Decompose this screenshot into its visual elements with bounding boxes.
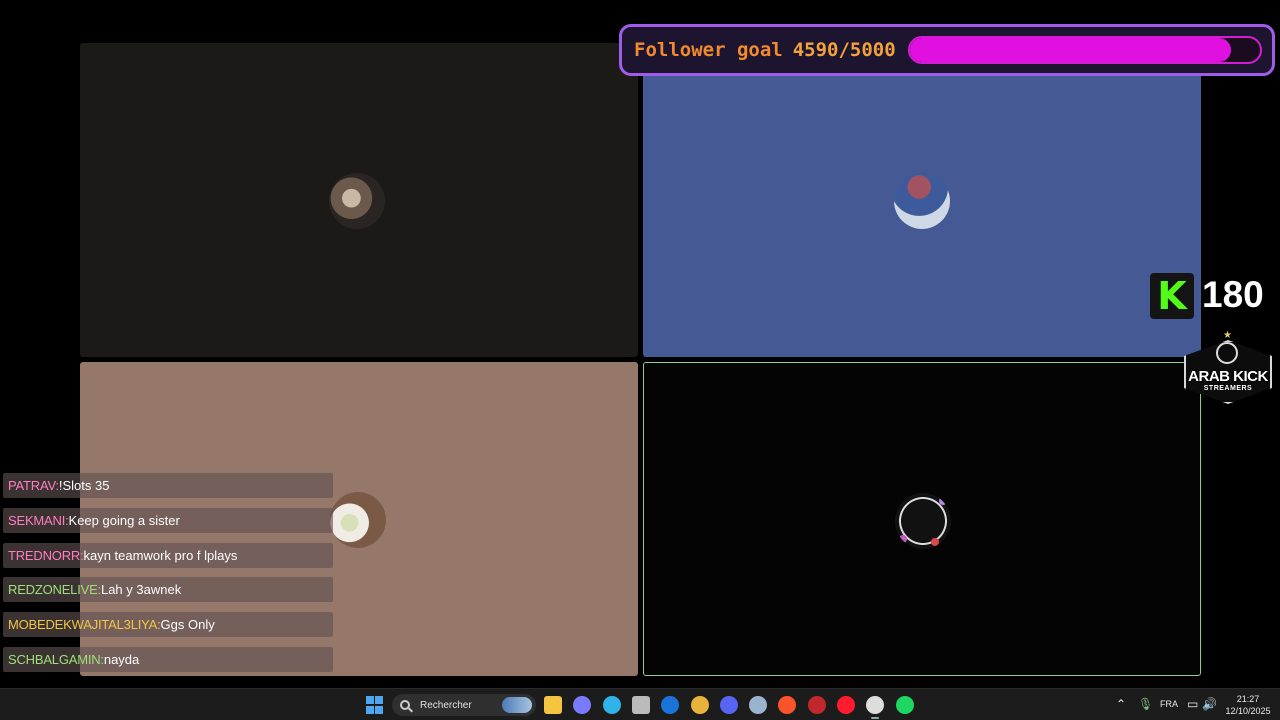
kick-logo-icon: K (1150, 273, 1194, 319)
store-icon[interactable] (631, 696, 650, 714)
chat-message: MOBEDEKWAJITAL3LIYA: Ggs Only (3, 612, 333, 638)
chat-message-text: kayn teamwork pro f lplays (83, 547, 238, 563)
opera-icon[interactable] (837, 696, 855, 714)
chat-message: TREDNORR: kayn teamwork pro f lplays (3, 542, 333, 568)
chat-username: TREDNORR: (8, 547, 84, 563)
edge-icon[interactable] (602, 696, 621, 714)
clock-date: 12/10/2025 (1225, 706, 1271, 716)
discord-icon[interactable] (719, 696, 738, 714)
chat-message-text: Ggs Only (160, 617, 215, 633)
follower-goal-count: 4590/5000 (792, 39, 896, 61)
language-indicator[interactable]: FRA (1160, 699, 1178, 720)
participant-avatar (330, 492, 386, 548)
chat-message: REDZONELIVE: Lah y 3awnek (3, 577, 333, 603)
taskbar-clock[interactable]: 21:27 12/10/2025 (1222, 693, 1274, 717)
viewer-count: 180 (1202, 274, 1264, 315)
file-explorer-icon[interactable] (544, 696, 562, 714)
chat-message: SEKMANI: Keep going a sister (3, 507, 333, 533)
chat-username: MOBEDEKWAJITAL3LIYA: (8, 617, 161, 633)
participant-avatar (894, 173, 950, 229)
kick-viewer-counter: K 180 (1148, 271, 1272, 321)
windows-start-icon[interactable] (366, 696, 383, 714)
chat-message: SCHBALGAMIN: nayda (3, 646, 333, 672)
chat-username: REDZONELIVE: (8, 582, 101, 598)
follower-goal-label: Follower goal (634, 39, 783, 61)
running-app-indicator (871, 717, 880, 719)
cam-tile-top-right (643, 43, 1201, 357)
chat-message-text: nayda (103, 651, 140, 667)
cam-tile-top-left (80, 43, 638, 357)
chat-username: SCHBALGAMIN: (8, 651, 104, 667)
spotify-icon[interactable] (895, 696, 914, 714)
search-icon (400, 700, 410, 710)
clock-time: 21:27 (1236, 694, 1260, 704)
taskbar-search[interactable]: Rechercher (392, 694, 536, 716)
kick-logo-letter: K (1157, 274, 1187, 318)
chat-message: PATRAV: !Slots 35 (3, 473, 333, 498)
brave-icon[interactable] (778, 696, 797, 714)
follower-goal-widget: Follower goal 4590/5000 (619, 24, 1275, 76)
network-icon[interactable]: ▭ (1187, 697, 1198, 720)
volume-icon[interactable]: 🔊 (1202, 697, 1217, 720)
cortana-icon[interactable] (573, 696, 592, 714)
avatar-decoration (939, 497, 947, 505)
search-placeholder: Rechercher (420, 699, 472, 711)
cam-tile-bottom-right (643, 362, 1201, 676)
chat-message-text: Lah y 3awnek (100, 582, 182, 598)
chat-username: SEKMANI: (8, 512, 69, 528)
stream-overlay: Follower goal 4590/5000 K 180 ★ ARAB KIC… (0, 0, 1280, 720)
badge-subtitle: STREAMERS (1203, 385, 1253, 392)
microphone-icon[interactable]: 🎙 (1138, 697, 1153, 720)
chrome-icon[interactable] (690, 696, 709, 714)
chat-message-text: !Slots 35 (58, 478, 110, 493)
chevron-up-icon[interactable]: ⌃ (1116, 697, 1126, 720)
obs-icon[interactable] (866, 696, 885, 714)
follower-goal-progress-bar (907, 36, 1262, 64)
avatar-decoration (899, 535, 907, 543)
chat-message-text: Keep going a sister (68, 512, 180, 528)
badge-title: ARAB KICK (1188, 368, 1268, 385)
search-highlight-icon (502, 697, 532, 713)
crescent-icon (1216, 342, 1238, 364)
avatar-decoration (931, 538, 939, 546)
outlook-icon[interactable] (661, 696, 680, 714)
app-red-icon[interactable] (807, 696, 826, 714)
participant-avatar (329, 173, 385, 229)
star-icon: ★ (1223, 330, 1232, 341)
chat-overlay: PATRAV: !Slots 35 SEKMANI: Keep going a sis… (3, 473, 333, 717)
chat-username: PATRAV: (8, 478, 59, 493)
windows-taskbar: Rechercher ⌃ 🎙 FRA ▭ 🔊 21:27 12/10/2025 (0, 688, 1280, 720)
steam-icon[interactable] (749, 696, 768, 714)
arab-kick-streamers-badge: ★ ARAB KICK STREAMERS (1180, 330, 1276, 408)
follower-goal-progress-fill (909, 38, 1232, 62)
participant-avatar (895, 493, 951, 549)
